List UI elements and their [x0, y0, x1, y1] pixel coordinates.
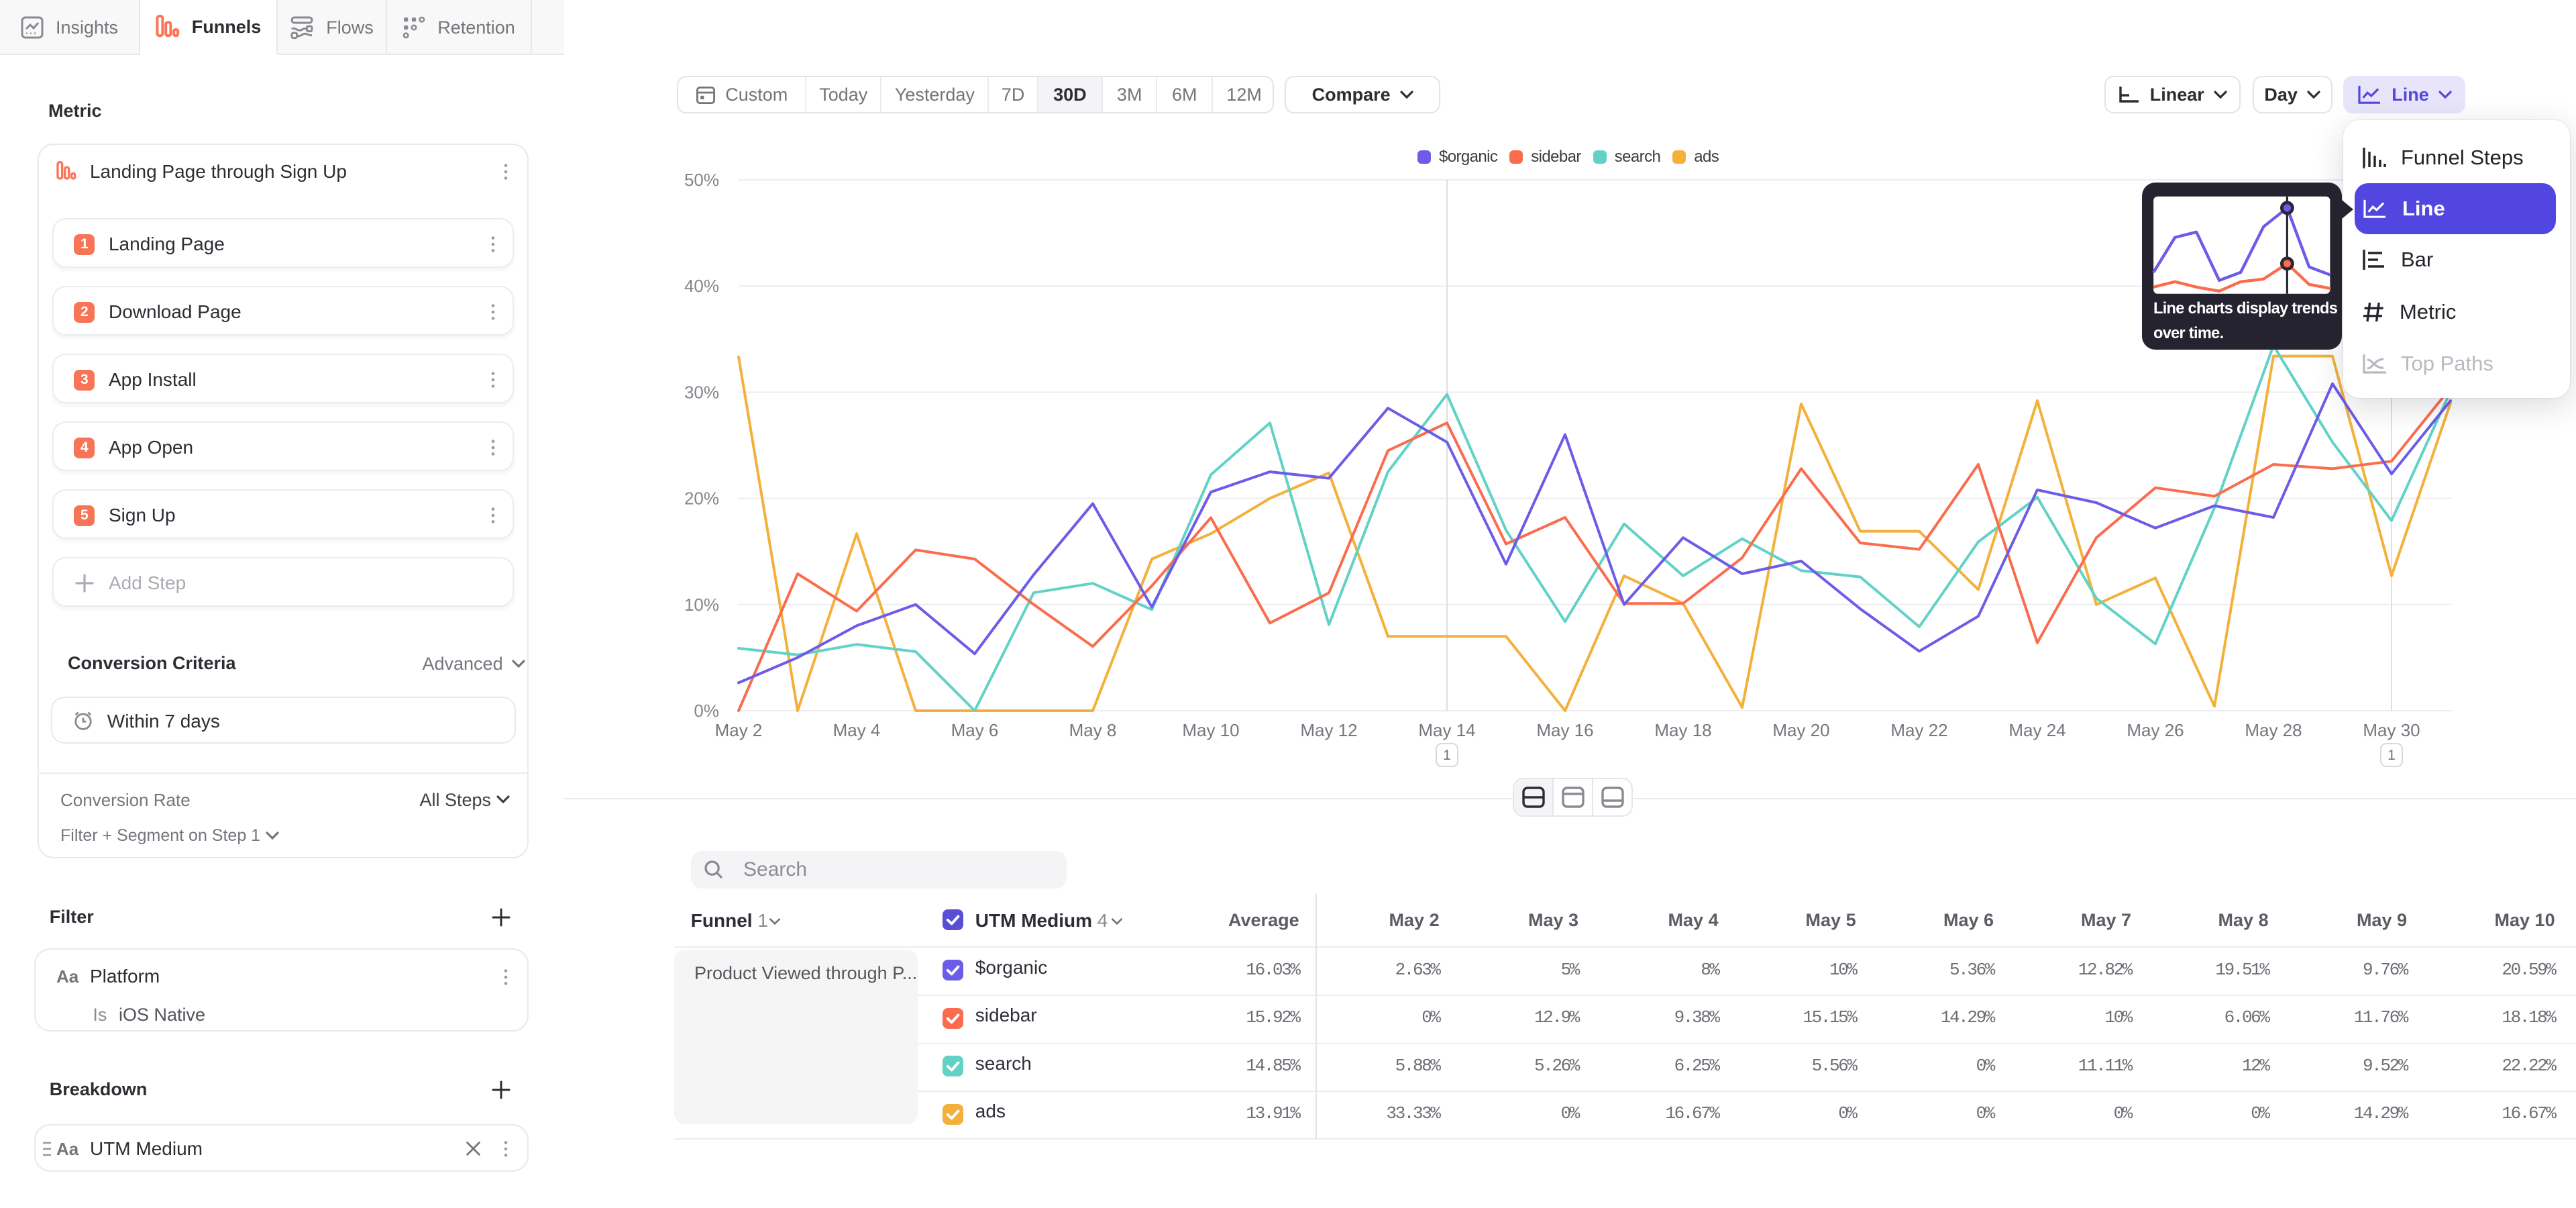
- svg-text:May 22: May 22: [1890, 720, 1947, 740]
- svg-text:May 26: May 26: [2127, 720, 2184, 740]
- svg-text:1: 1: [1443, 748, 1451, 763]
- svg-text:May 28: May 28: [2245, 720, 2302, 740]
- svg-text:May 8: May 8: [1069, 720, 1117, 740]
- svg-text:May 16: May 16: [1536, 720, 1593, 740]
- svg-text:0%: 0%: [694, 701, 719, 721]
- svg-text:20%: 20%: [684, 489, 719, 509]
- svg-text:1: 1: [2387, 748, 2396, 763]
- svg-text:May 4: May 4: [833, 720, 881, 740]
- svg-text:May 14: May 14: [1418, 720, 1475, 740]
- svg-text:50%: 50%: [684, 170, 719, 190]
- svg-text:May 10: May 10: [1182, 720, 1239, 740]
- svg-text:10%: 10%: [684, 595, 719, 615]
- svg-text:40%: 40%: [684, 276, 719, 296]
- svg-text:30%: 30%: [684, 382, 719, 402]
- svg-text:May 6: May 6: [951, 720, 999, 740]
- svg-text:May 20: May 20: [1772, 720, 1829, 740]
- svg-text:May 18: May 18: [1654, 720, 1711, 740]
- svg-text:May 30: May 30: [2363, 720, 2420, 740]
- svg-text:May 2: May 2: [715, 720, 763, 740]
- svg-text:May 12: May 12: [1300, 720, 1357, 740]
- svg-text:May 24: May 24: [2008, 720, 2065, 740]
